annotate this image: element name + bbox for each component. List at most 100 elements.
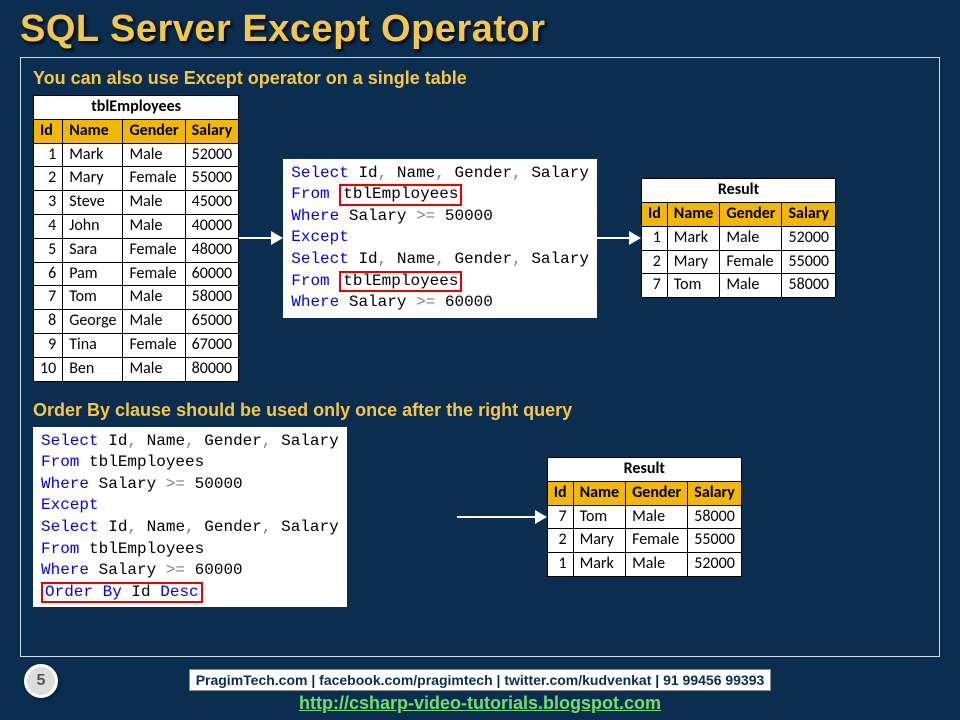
note-except-single-table: You can also use Except operator on a si… (33, 68, 927, 89)
table-title: Result (641, 179, 835, 203)
table-cell: 8 (34, 310, 63, 334)
table-cell: Female (123, 238, 185, 262)
table-cell: Female (123, 167, 185, 191)
col-header: Name (63, 119, 123, 143)
table-cell: 55000 (688, 529, 742, 553)
table-cell: 1 (34, 143, 63, 167)
table-body: 1MarkMale520002MaryFemale550003SteveMale… (34, 143, 239, 381)
table-row: 9TinaFemale67000 (34, 333, 239, 357)
table-row: 5SaraFemale48000 (34, 238, 239, 262)
table-cell: Female (720, 250, 782, 274)
table-title: tblEmployees (34, 96, 239, 120)
table-cell: Male (720, 226, 782, 250)
table-row: 10BenMale80000 (34, 357, 239, 381)
table-cell: Tom (63, 286, 123, 310)
table-cell: 7 (34, 286, 63, 310)
table-cell: Tom (667, 274, 720, 298)
table-cell: 58000 (688, 505, 742, 529)
table-cell: 80000 (185, 357, 239, 381)
table-body: 7TomMale580002MaryFemale550001MarkMale52… (547, 505, 741, 576)
table-tblemployees: tblEmployees Id Name Gender Salary 1Mark… (33, 95, 239, 382)
table-result-2: Result Id Name Gender Salary 7TomMale580… (547, 457, 742, 577)
sql-query-1: Select Id, Name, Gender, Salary From tbl… (283, 159, 597, 318)
col-header: Salary (782, 203, 836, 227)
example-row-2: Select Id, Name, Gender, Salary From tbl… (33, 427, 927, 608)
table-row: 1MarkMale52000 (547, 553, 741, 577)
col-header: Gender (123, 119, 185, 143)
table-row: 7TomMale58000 (547, 505, 741, 529)
table-row: 2MaryFemale55000 (547, 529, 741, 553)
table-cell: 2 (641, 250, 667, 274)
table-cell: Male (626, 553, 688, 577)
table-cell: Male (123, 191, 185, 215)
table-cell: 55000 (185, 167, 239, 191)
col-header: Id (547, 481, 573, 505)
table-cell: Tom (573, 505, 626, 529)
note-orderby: Order By clause should be used only once… (33, 400, 927, 421)
table-cell: 7 (641, 274, 667, 298)
col-header: Gender (626, 481, 688, 505)
table-cell: 1 (641, 226, 667, 250)
highlight-tablename: tblEmployees (339, 184, 462, 206)
table-row: 1MarkMale52000 (34, 143, 239, 167)
footer: PragimTech.com | facebook.com/pragimtech… (0, 669, 960, 714)
footer-link[interactable]: http://csharp-video-tutorials.blogspot.c… (0, 693, 960, 714)
table-result-1: Result Id Name Gender Salary 1MarkMale52… (641, 178, 836, 298)
table-cell: Sara (63, 238, 123, 262)
table-row: 2MaryFemale55000 (641, 250, 835, 274)
sql-query-2: Select Id, Name, Gender, Salary From tbl… (33, 427, 347, 608)
table-body: 1MarkMale520002MaryFemale550007TomMale58… (641, 226, 835, 297)
table-cell: 9 (34, 333, 63, 357)
table-cell: Mark (63, 143, 123, 167)
table-cell: Male (123, 214, 185, 238)
table-cell: 1 (547, 553, 573, 577)
table-cell: Male (123, 357, 185, 381)
table-cell: 2 (547, 529, 573, 553)
table-cell: 65000 (185, 310, 239, 334)
arrow-icon (457, 510, 547, 524)
table-cell: Mary (63, 167, 123, 191)
example-row-1: tblEmployees Id Name Gender Salary 1Mark… (33, 95, 927, 382)
table-cell: 58000 (185, 286, 239, 310)
table-cell: Ben (63, 357, 123, 381)
table-cell: 2 (34, 167, 63, 191)
table-cell: Mary (667, 250, 720, 274)
table-cell: 48000 (185, 238, 239, 262)
slide-title: SQL Server Except Operator (0, 0, 960, 55)
arrow-icon (597, 231, 641, 245)
table-cell: Steve (63, 191, 123, 215)
table-cell: 4 (34, 214, 63, 238)
col-header: Gender (720, 203, 782, 227)
table-cell: 60000 (185, 262, 239, 286)
table-cell: 45000 (185, 191, 239, 215)
col-header: Salary (688, 481, 742, 505)
table-cell: Female (626, 529, 688, 553)
table-row: 7TomMale58000 (34, 286, 239, 310)
table-cell: Pam (63, 262, 123, 286)
highlight-tablename: tblEmployees (339, 271, 462, 293)
table-cell: Male (626, 505, 688, 529)
table-cell: 55000 (782, 250, 836, 274)
table-cell: 40000 (185, 214, 239, 238)
table-cell: 52000 (782, 226, 836, 250)
table-row: 6PamFemale60000 (34, 262, 239, 286)
table-cell: Male (720, 274, 782, 298)
table-row: 7TomMale58000 (641, 274, 835, 298)
table-row: 1MarkMale52000 (641, 226, 835, 250)
table-cell: Male (123, 143, 185, 167)
table-cell: George (63, 310, 123, 334)
col-header: Name (573, 481, 626, 505)
table-cell: John (63, 214, 123, 238)
table-cell: 58000 (782, 274, 836, 298)
table-row: 4JohnMale40000 (34, 214, 239, 238)
table-cell: Female (123, 262, 185, 286)
table-row: 8GeorgeMale65000 (34, 310, 239, 334)
arrow-icon (239, 231, 283, 245)
col-header: Name (667, 203, 720, 227)
table-cell: 52000 (688, 553, 742, 577)
table-cell: 52000 (185, 143, 239, 167)
col-header: Salary (185, 119, 239, 143)
col-header: Id (641, 203, 667, 227)
col-header: Id (34, 119, 63, 143)
table-cell: Mary (573, 529, 626, 553)
